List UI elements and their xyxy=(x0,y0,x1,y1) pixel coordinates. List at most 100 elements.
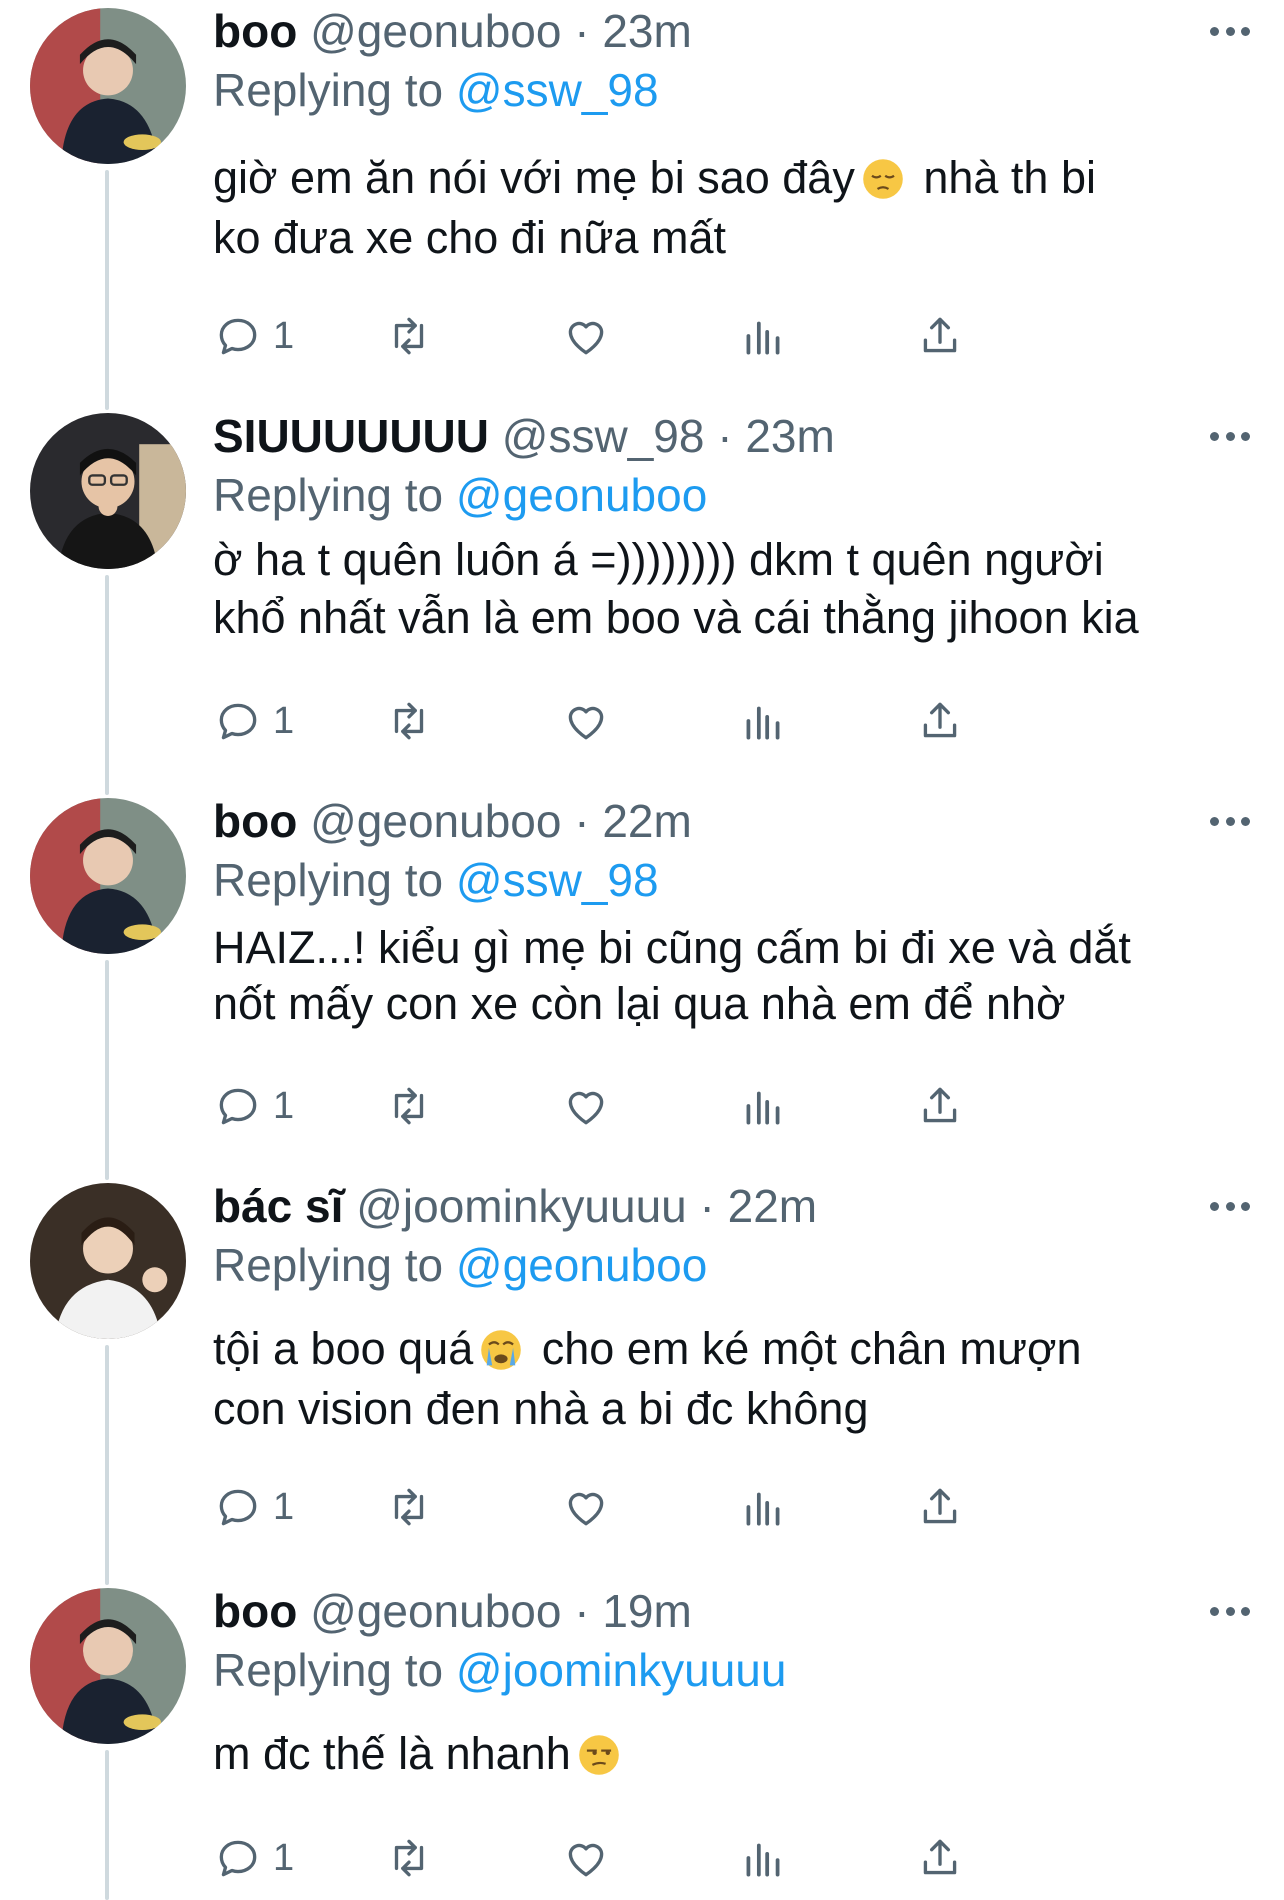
timestamp[interactable]: 22m xyxy=(728,1180,817,1232)
analytics-button[interactable] xyxy=(738,306,788,366)
tweet-actions: 1 xyxy=(213,1828,1113,1888)
tweet[interactable]: SIUUUUUUU @ssw_98 · 23m Replying to @geo… xyxy=(0,393,1284,795)
boo-avatar-image xyxy=(30,798,186,954)
reply-button[interactable]: 1 xyxy=(213,1828,294,1888)
display-name[interactable]: bác sĩ xyxy=(213,1180,343,1232)
tweet[interactable]: bác sĩ @joominkyuuuu · 22m Replying to @… xyxy=(0,1163,1284,1585)
avatar[interactable] xyxy=(30,1588,186,1744)
retweet-button[interactable] xyxy=(384,1076,434,1136)
tweet-text-part: m đc thế là nhanh xyxy=(213,1728,571,1779)
share-button[interactable] xyxy=(915,1828,965,1888)
reply-button[interactable]: 1 xyxy=(213,691,294,751)
bar-chart-icon xyxy=(746,1091,780,1125)
user-handle[interactable]: @geonuboo xyxy=(310,1585,561,1637)
retweet-button[interactable] xyxy=(384,1828,434,1888)
display-name[interactable]: boo xyxy=(213,5,297,57)
more-options-icon[interactable] xyxy=(1210,814,1250,828)
more-options-icon[interactable] xyxy=(1210,1199,1250,1213)
conversation-thread: boo @geonuboo · 23m Replying to @ssw_98 … xyxy=(0,0,1284,1900)
tweet-actions: 1 xyxy=(213,1076,1113,1136)
retweet-icon xyxy=(394,1488,424,1526)
more-options-icon[interactable] xyxy=(1210,24,1250,38)
share-icon xyxy=(923,317,957,353)
tweet[interactable]: boo @geonuboo · 23m Replying to @ssw_98 … xyxy=(0,0,1284,410)
retweet-icon xyxy=(394,1087,424,1125)
reply-icon xyxy=(219,1489,257,1526)
reply-icon xyxy=(219,318,257,355)
like-button[interactable] xyxy=(561,691,611,751)
thread-connector xyxy=(105,575,109,795)
bar-chart-icon xyxy=(746,1843,780,1877)
tweet[interactable]: boo @geonuboo · 22m Replying to @ssw_98 … xyxy=(0,778,1284,1180)
analytics-button[interactable] xyxy=(738,691,788,751)
retweet-button[interactable] xyxy=(384,306,434,366)
display-name[interactable]: SIUUUUUUU xyxy=(213,410,489,462)
tweet-header: SIUUUUUUU @ssw_98 · 23m xyxy=(213,405,1244,467)
replying-to: Replying to @geonuboo xyxy=(213,1237,1244,1293)
replying-to: Replying to @joominkyuuuu xyxy=(213,1642,1244,1698)
analytics-button[interactable] xyxy=(738,1076,788,1136)
replying-to-mention[interactable]: @geonuboo xyxy=(456,1239,707,1291)
share-button[interactable] xyxy=(915,306,965,366)
like-button[interactable] xyxy=(561,306,611,366)
timestamp[interactable]: 23m xyxy=(745,410,834,462)
reply-button[interactable]: 1 xyxy=(213,306,294,366)
user-handle[interactable]: @geonuboo xyxy=(310,5,561,57)
tweet-text-part: HAIZ...! kiểu gì mẹ bi cũng cấm bi đi xe… xyxy=(213,922,1131,1029)
reply-count: 1 xyxy=(273,314,295,357)
retweet-button[interactable] xyxy=(384,691,434,751)
thread-connector xyxy=(105,1568,109,1584)
bar-chart-icon xyxy=(746,321,780,355)
replying-to-mention[interactable]: @geonuboo xyxy=(456,469,707,521)
replying-to-mention[interactable]: @joominkyuuuu xyxy=(456,1644,787,1696)
retweet-icon xyxy=(394,1839,424,1877)
timestamp[interactable]: 19m xyxy=(602,1585,691,1637)
replying-to-label: Replying to xyxy=(213,1239,444,1291)
tweet-header: bác sĩ @joominkyuuuu · 22m xyxy=(213,1175,1244,1237)
reply-button[interactable]: 1 xyxy=(213,1477,294,1537)
user-handle[interactable]: @joominkyuuuu xyxy=(356,1180,687,1232)
timestamp[interactable]: 23m xyxy=(602,5,691,57)
analytics-button[interactable] xyxy=(738,1828,788,1888)
like-button[interactable] xyxy=(561,1477,611,1537)
tweet[interactable]: boo @geonuboo · 19m Replying to @joomink… xyxy=(0,1568,1284,1900)
display-name[interactable]: boo xyxy=(213,795,297,847)
share-icon xyxy=(923,1839,957,1875)
replying-to-mention[interactable]: @ssw_98 xyxy=(456,64,659,116)
user-handle[interactable]: @ssw_98 xyxy=(502,410,705,462)
replying-to-label: Replying to xyxy=(213,1644,444,1696)
tweet-text: tội a boo quá cho em ké một chân mượn co… xyxy=(213,1319,1244,1439)
analytics-button[interactable] xyxy=(738,1477,788,1537)
tweet-text: giờ em ăn nói với mẹ bi sao đây nhà th b… xyxy=(213,148,1244,268)
unamused-face-emoji xyxy=(578,1735,619,1775)
avatar[interactable] xyxy=(30,413,186,569)
tweet-actions: 1 xyxy=(213,1477,1113,1537)
more-options-icon[interactable] xyxy=(1210,1604,1250,1618)
replying-to-label: Replying to xyxy=(213,469,444,521)
avatar[interactable] xyxy=(30,1183,186,1339)
tweet-text: m đc thế là nhanh xyxy=(213,1724,1244,1784)
retweet-icon xyxy=(394,317,424,355)
retweet-button[interactable] xyxy=(384,1477,434,1537)
crying-face-emoji xyxy=(481,1330,522,1370)
replying-to-label: Replying to xyxy=(213,64,444,116)
reply-count: 1 xyxy=(273,699,295,742)
share-button[interactable] xyxy=(915,1076,965,1136)
tweet-actions: 1 xyxy=(213,691,1113,751)
user-handle[interactable]: @geonuboo xyxy=(310,795,561,847)
display-name[interactable]: boo xyxy=(213,1585,297,1637)
like-button[interactable] xyxy=(561,1076,611,1136)
replying-to-mention[interactable]: @ssw_98 xyxy=(456,854,659,906)
like-button[interactable] xyxy=(561,1828,611,1888)
avatar[interactable] xyxy=(30,798,186,954)
reply-button[interactable]: 1 xyxy=(213,1076,294,1136)
share-button[interactable] xyxy=(915,1477,965,1537)
share-button[interactable] xyxy=(915,691,965,751)
boo-avatar-image xyxy=(30,1588,186,1744)
more-options-icon[interactable] xyxy=(1210,429,1250,443)
reply-icon xyxy=(219,1840,257,1877)
tweet-text-part: tội a boo quá xyxy=(213,1323,474,1374)
share-icon xyxy=(923,1087,957,1123)
timestamp[interactable]: 22m xyxy=(602,795,691,847)
avatar[interactable] xyxy=(30,8,186,164)
